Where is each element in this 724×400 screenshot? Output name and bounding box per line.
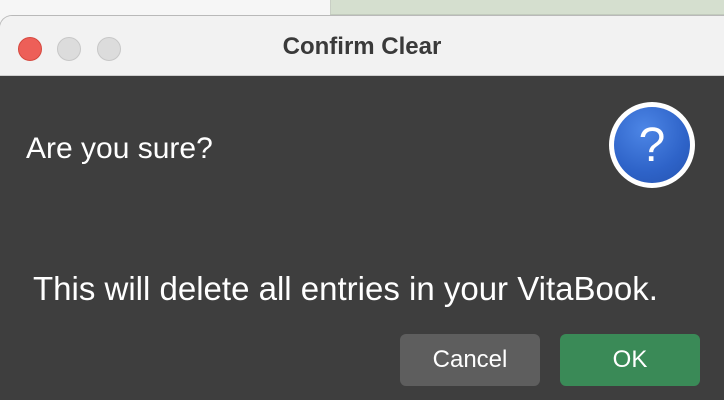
question-icon-glyph: ? xyxy=(614,107,690,183)
title-bar: Confirm Clear xyxy=(0,16,724,76)
confirm-dialog: Confirm Clear Are you sure? ? This will … xyxy=(0,16,724,400)
cancel-button[interactable]: Cancel xyxy=(400,334,540,386)
window-title: Confirm Clear xyxy=(282,33,442,60)
ok-button[interactable]: OK xyxy=(560,334,700,386)
dialog-body: Are you sure? ? This will delete all ent… xyxy=(0,76,724,400)
dialog-question: Are you sure? xyxy=(26,132,213,165)
question-icon: ? xyxy=(609,102,695,188)
dialog-message: This will delete all entries in your Vit… xyxy=(33,270,658,307)
background-window-divider xyxy=(330,14,724,15)
